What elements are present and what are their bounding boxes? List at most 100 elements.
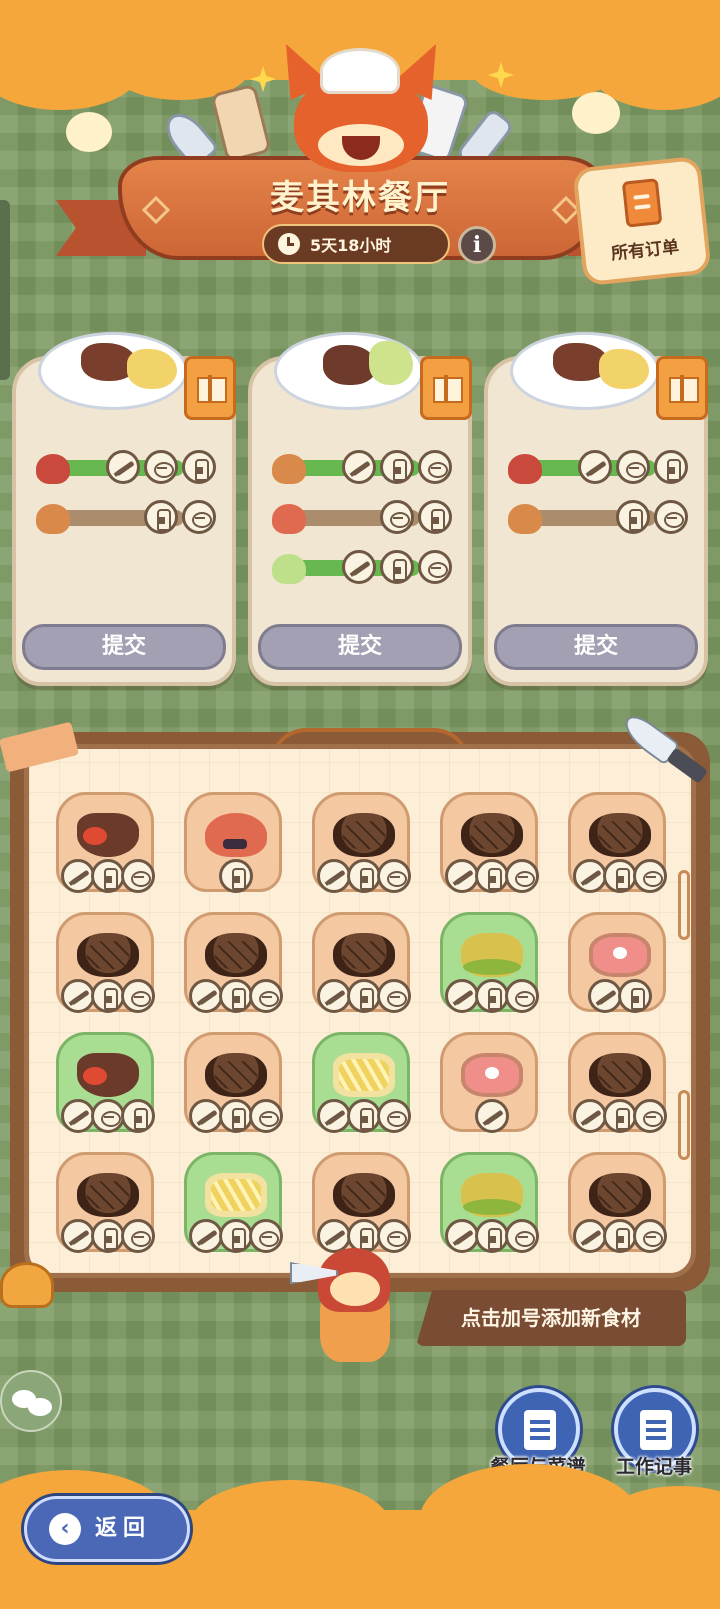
shaker-icon xyxy=(182,450,216,484)
ingredient-tile[interactable] xyxy=(440,912,539,1013)
ingredient-tile[interactable] xyxy=(440,792,539,893)
gift-reward-icon[interactable] xyxy=(656,356,708,420)
ingredient-tile[interactable] xyxy=(56,912,155,1013)
ingredient-tile[interactable] xyxy=(184,1152,283,1253)
submit-button[interactable]: 提交 xyxy=(258,624,462,670)
order-ingredient-row xyxy=(502,448,692,498)
knife-icon xyxy=(61,1219,95,1253)
timer-text: 5天18小时 xyxy=(310,236,392,255)
submit-button[interactable]: 提交 xyxy=(22,624,226,670)
ingredient-tile[interactable] xyxy=(312,1032,411,1133)
steak-icon xyxy=(77,1173,139,1217)
steak-icon xyxy=(77,933,139,977)
popcorn-deco xyxy=(572,92,620,134)
knife-icon xyxy=(588,979,622,1013)
crab-raw-icon xyxy=(77,813,139,857)
crab-meat-icon xyxy=(508,454,542,484)
gift-reward-icon[interactable] xyxy=(184,356,236,420)
ingredient-tile[interactable] xyxy=(56,792,155,893)
order-ingredient-row xyxy=(30,448,220,498)
shaker-icon xyxy=(616,500,650,534)
grill-icon xyxy=(633,1219,667,1253)
shaker-icon xyxy=(91,859,125,893)
grill-icon xyxy=(249,1219,283,1253)
shaker-icon xyxy=(618,979,652,1013)
steak-icon xyxy=(589,1053,651,1097)
grill-icon xyxy=(377,1099,411,1133)
side-drawer-tab[interactable] xyxy=(0,200,10,380)
knife-icon xyxy=(445,979,479,1013)
clipboard-icon xyxy=(621,178,663,228)
mushroom-icon xyxy=(36,504,70,534)
shaker-icon xyxy=(380,450,414,484)
knife-icon xyxy=(189,1219,223,1253)
ingredient-tile[interactable] xyxy=(568,1152,667,1253)
ingredient-tile[interactable] xyxy=(56,1152,155,1253)
ingredient-tile[interactable] xyxy=(312,792,411,893)
grill-icon xyxy=(91,1099,125,1133)
grill-icon xyxy=(377,979,411,1013)
knife-icon xyxy=(317,1099,351,1133)
grill-icon xyxy=(418,450,452,484)
all-orders-button[interactable]: 所有订单 xyxy=(572,155,712,287)
knife-icon xyxy=(106,450,140,484)
back-arrow-icon: ‹ xyxy=(49,1513,81,1545)
order-ingredient-row xyxy=(502,498,692,548)
shaker-icon xyxy=(219,1219,253,1253)
ingredient-tile[interactable] xyxy=(440,1152,539,1253)
ingredient-tile[interactable] xyxy=(568,1032,667,1133)
order-ingredient-row xyxy=(30,498,220,548)
ham-icon xyxy=(589,933,651,977)
grill-icon xyxy=(182,500,216,534)
knife-icon xyxy=(578,450,612,484)
shaker-icon xyxy=(475,979,509,1013)
grill-icon xyxy=(249,979,283,1013)
ingredient-tile[interactable] xyxy=(184,912,283,1013)
grill-icon xyxy=(380,500,414,534)
shaker-icon xyxy=(654,450,688,484)
shaker-icon xyxy=(91,1219,125,1253)
ingredient-tile[interactable] xyxy=(184,792,282,893)
add-ingredient-hint: 点击加号添加新食材 xyxy=(416,1290,686,1346)
leaf-icon xyxy=(461,1173,523,1217)
shaker-icon xyxy=(347,1099,381,1133)
grill-icon xyxy=(121,859,155,893)
chat-button[interactable] xyxy=(0,1370,62,1432)
submit-button[interactable]: 提交 xyxy=(494,624,698,670)
shaker-icon xyxy=(144,500,178,534)
back-button[interactable]: ‹ 返回 xyxy=(24,1496,190,1562)
grill-icon xyxy=(633,859,667,893)
crab-icon xyxy=(205,813,267,857)
grill-icon xyxy=(505,859,539,893)
gift-reward-icon[interactable] xyxy=(420,356,472,420)
grill-icon xyxy=(505,979,539,1013)
grill-icon xyxy=(377,859,411,893)
shaker-icon xyxy=(347,979,381,1013)
ingredient-tile[interactable] xyxy=(568,912,666,1013)
order-ingredient-row xyxy=(266,448,456,498)
ingredient-tile[interactable] xyxy=(568,792,667,893)
mushroom-icon xyxy=(272,454,306,484)
ingredient-tile[interactable] xyxy=(312,912,411,1013)
order-card: 提交 xyxy=(484,332,708,686)
info-button[interactable]: i xyxy=(458,226,496,264)
grill-icon xyxy=(121,1219,155,1253)
shaker-icon xyxy=(418,500,452,534)
crab-meat-icon xyxy=(36,454,70,484)
steak-icon xyxy=(333,813,395,857)
knife-icon xyxy=(317,859,351,893)
knife-icon xyxy=(61,979,95,1013)
ingredient-tile[interactable] xyxy=(184,1032,283,1133)
all-orders-label: 所有订单 xyxy=(610,237,680,265)
ingredient-tile[interactable] xyxy=(440,1032,538,1133)
cucumber-icon xyxy=(272,554,306,584)
dish-plate-icon xyxy=(38,332,188,410)
popcorn-deco xyxy=(66,112,112,152)
dish-plate-icon xyxy=(510,332,660,410)
chef-hat-icon xyxy=(320,48,400,94)
mushroom-icon xyxy=(508,504,542,534)
ingredient-tile[interactable] xyxy=(56,1032,155,1133)
grill-icon xyxy=(505,1219,539,1253)
steak-icon xyxy=(333,933,395,977)
order-card: 提交 xyxy=(12,332,236,686)
